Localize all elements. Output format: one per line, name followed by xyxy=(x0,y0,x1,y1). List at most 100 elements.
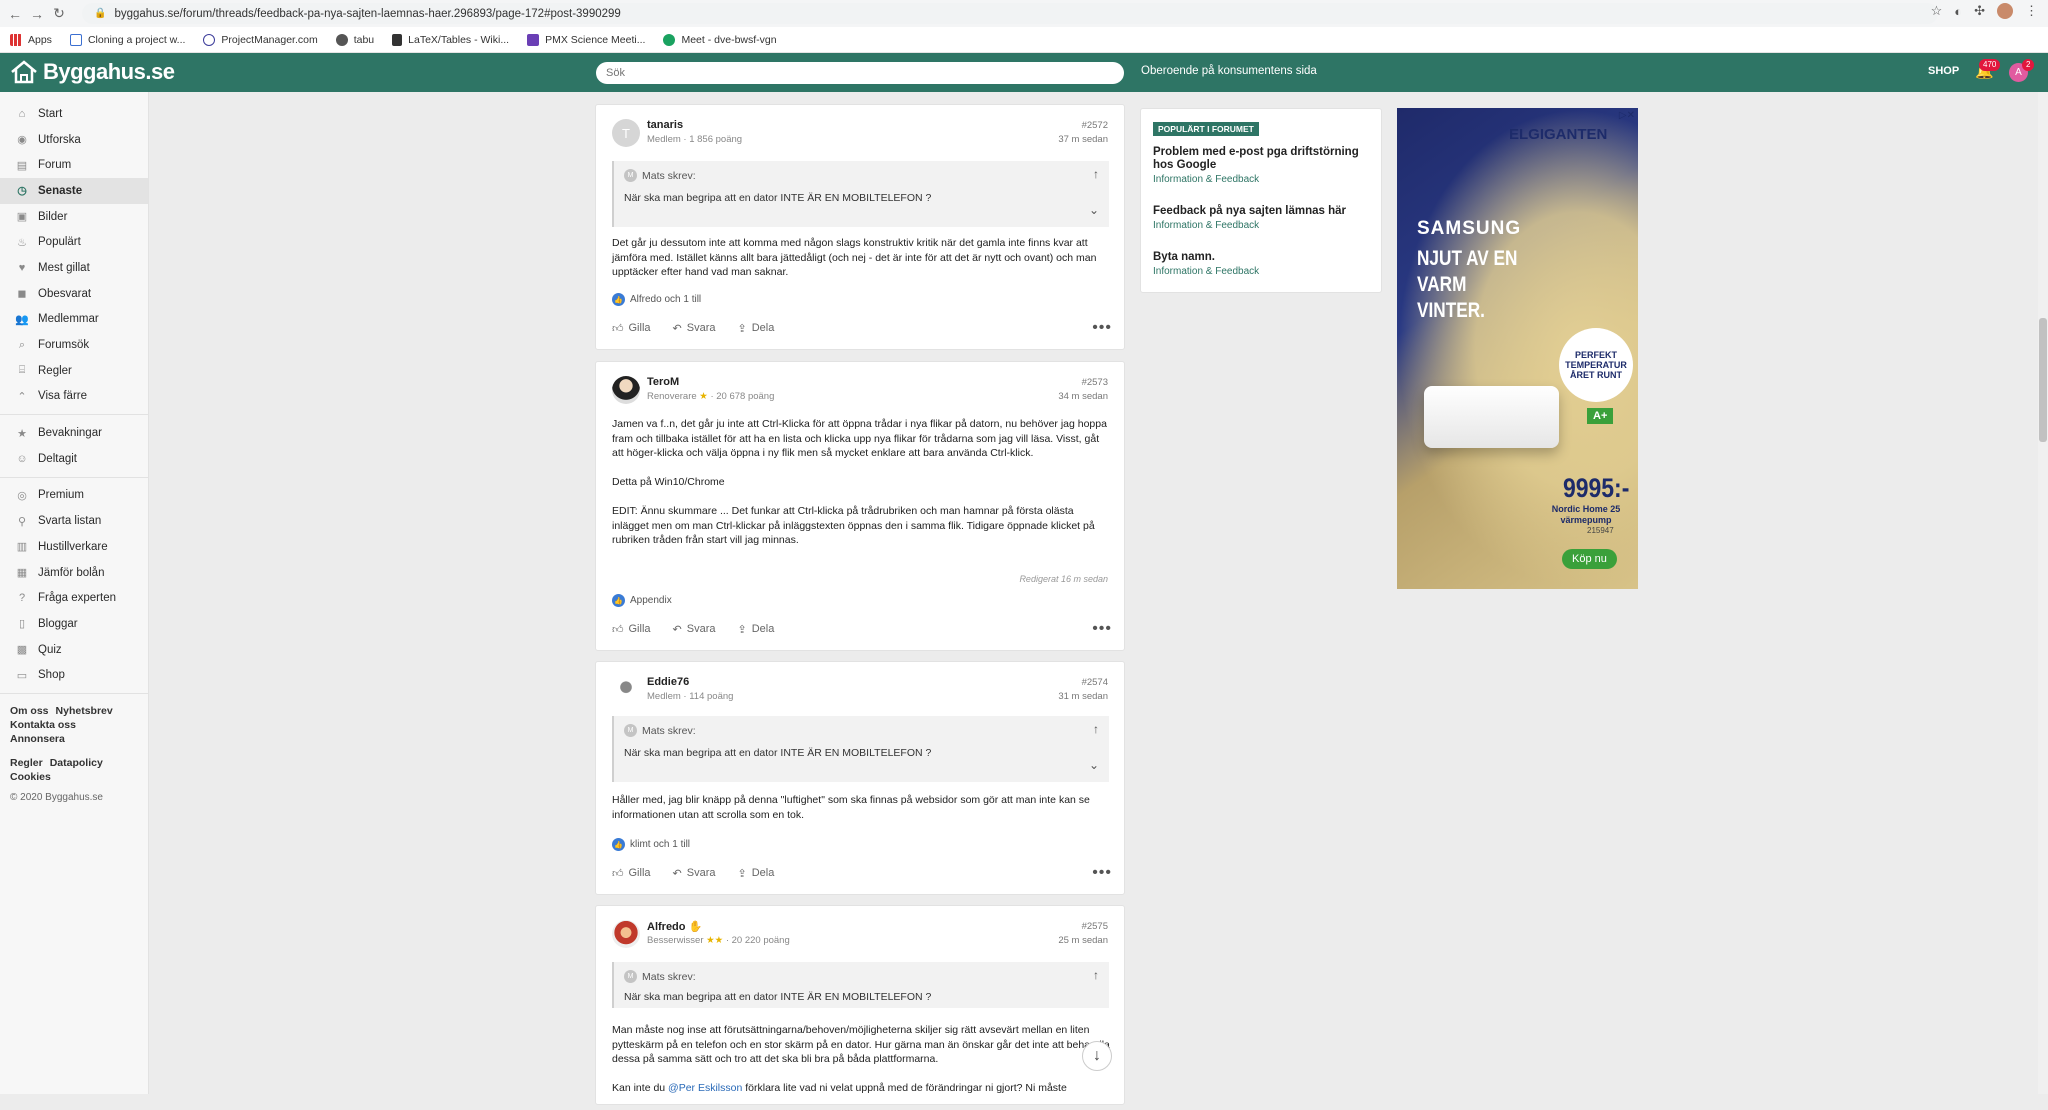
user-mention[interactable]: @Per Eskilsson xyxy=(668,1082,742,1094)
profile-avatar[interactable] xyxy=(1997,3,2013,19)
popular-item-title[interactable]: Feedback på nya sajten lämnas här xyxy=(1153,205,1373,218)
footer-link-nyhetsbrev[interactable]: Nyhetsbrev xyxy=(56,705,113,717)
avatar[interactable] xyxy=(612,376,640,404)
sidebar-item-quiz[interactable]: ▩ Quiz xyxy=(0,637,148,663)
quote-block[interactable]: M Mats skrev: När ska man begripa att en … xyxy=(612,962,1109,1008)
like-button[interactable]: 👍︎ Gilla xyxy=(612,867,651,880)
footer-link-regler[interactable]: Regler xyxy=(10,757,43,769)
bookmark-cloning[interactable]: Cloning a project w... xyxy=(69,33,185,46)
sidebar-item-visa-farre[interactable]: ⌃ Visa färre xyxy=(0,384,148,410)
avatar[interactable]: T xyxy=(612,119,640,147)
popular-item-title[interactable]: Byta namn. xyxy=(1153,251,1373,264)
site-logo[interactable]: Byggahus.se xyxy=(10,59,175,85)
quote-block[interactable]: M Mats skrev: När ska man begripa att en … xyxy=(612,716,1109,782)
popular-item-title[interactable]: Problem med e-post pga driftstörning hos… xyxy=(1153,146,1373,172)
reload-icon[interactable]: ↻ xyxy=(48,4,70,24)
back-arrow-icon[interactable]: ← xyxy=(4,4,26,24)
post-time[interactable]: 31 m sedan xyxy=(1058,691,1108,702)
star-icon[interactable]: ☆ xyxy=(1931,3,1943,19)
forward-arrow-icon[interactable]: → xyxy=(26,4,48,24)
avatar[interactable] xyxy=(612,920,640,948)
share-button[interactable]: ⇪ Dela xyxy=(737,867,774,880)
sidebar-item-obesvarat[interactable]: ◼ Obesvarat xyxy=(0,281,148,307)
post-number[interactable]: #2574 xyxy=(1082,677,1108,688)
sidebar-item-utforska[interactable]: ◉ Utforska xyxy=(0,127,148,153)
post-time[interactable]: 34 m sedan xyxy=(1058,391,1108,402)
footer-link-cookies[interactable]: Cookies xyxy=(10,771,51,783)
footer-link-datapolicy[interactable]: Datapolicy xyxy=(50,757,103,769)
arrow-up-icon[interactable]: ↑ xyxy=(1093,722,1099,736)
author-name[interactable]: TeroM xyxy=(647,376,679,388)
sidebar-item-deltagit[interactable]: ☺ Deltagit xyxy=(0,446,148,472)
ad-buy-button[interactable]: Köp nu xyxy=(1562,549,1617,569)
sidebar-item-shop[interactable]: ▭ Shop xyxy=(0,662,148,688)
sidebar-item-senaste[interactable]: ◷ Senaste xyxy=(0,178,148,204)
menu-dots-icon[interactable]: ⋮ xyxy=(2025,3,2038,19)
address-bar[interactable]: 🔒 byggahus.se/forum/threads/feedback-pa-… xyxy=(82,3,1938,24)
more-dots-icon[interactable]: ••• xyxy=(1092,319,1112,337)
sidebar-item-bevakningar[interactable]: ★ Bevakningar xyxy=(0,420,148,446)
reply-button[interactable]: ↶ Svara xyxy=(673,322,716,335)
advertisement[interactable]: ▷✕ ELGIGANTEN SAMSUNG NJUT AV EN VARM VI… xyxy=(1397,108,1638,589)
popular-item-category[interactable]: Information & Feedback xyxy=(1153,174,1373,185)
puzzle-icon[interactable]: ✣ xyxy=(1974,3,1985,19)
reactions[interactable]: 👍 klimt och 1 till xyxy=(612,838,690,851)
like-button[interactable]: 👍︎ Gilla xyxy=(612,623,651,636)
arrow-up-icon[interactable]: ↑ xyxy=(1093,968,1099,982)
sidebar-item-jamfor-bolan[interactable]: ▦ Jämför bolån xyxy=(0,560,148,586)
quote-block[interactable]: M Mats skrev: När ska man begripa att en … xyxy=(612,161,1109,227)
footer-link-annonsera[interactable]: Annonsera xyxy=(10,733,65,745)
popular-item[interactable]: Problem med e-post pga driftstörning hos… xyxy=(1153,146,1373,185)
search-input[interactable] xyxy=(596,62,1124,84)
ad-close-icon[interactable]: ▷✕ xyxy=(1619,110,1635,121)
more-dots-icon[interactable]: ••• xyxy=(1092,864,1112,882)
author-name[interactable]: Alfredo ✋ xyxy=(647,920,702,933)
scrollbar-thumb[interactable] xyxy=(2039,318,2047,442)
avatar[interactable] xyxy=(612,676,640,704)
post-number[interactable]: #2573 xyxy=(1082,377,1108,388)
author-name[interactable]: tanaris xyxy=(647,119,683,131)
share-button[interactable]: ⇪ Dela xyxy=(737,623,774,636)
footer-link-kontakta[interactable]: Kontakta oss xyxy=(10,719,76,731)
popular-item[interactable]: Byta namn. Information & Feedback xyxy=(1153,251,1373,277)
popular-item-category[interactable]: Information & Feedback xyxy=(1153,266,1373,277)
shop-link[interactable]: SHOP xyxy=(1928,65,1959,77)
scroll-down-button[interactable]: ↓ xyxy=(1082,1041,1112,1071)
footer-link-om-oss[interactable]: Om oss xyxy=(10,705,49,717)
chevron-down-icon[interactable]: ⌄ xyxy=(1089,758,1099,772)
bookmark-tabu[interactable]: tabu xyxy=(335,33,374,46)
sidebar-item-fraga-experten[interactable]: ? Fråga experten xyxy=(0,585,148,611)
sidebar-item-forumsok[interactable]: ⌕ Forumsök xyxy=(0,332,148,358)
scrollbar-track[interactable] xyxy=(2038,92,2048,1094)
reply-button[interactable]: ↶ Svara xyxy=(673,623,716,636)
bookmark-pmx[interactable]: PMX Science Meeti... xyxy=(527,33,645,46)
sidebar-item-start[interactable]: ⌂ Start xyxy=(0,101,148,127)
sidebar-item-mest-gillat[interactable]: ♥ Mest gillat xyxy=(0,255,148,281)
reactions[interactable]: 👍 Appendix xyxy=(612,594,672,607)
bookmark-latex[interactable]: LaTeX/Tables - Wiki... xyxy=(392,33,509,46)
extension-circle-icon[interactable]: ◐ xyxy=(1954,4,1962,19)
bookmark-apps[interactable]: Apps xyxy=(10,33,52,46)
sidebar-item-populart[interactable]: ♨ Populärt xyxy=(0,229,148,255)
post-number[interactable]: #2572 xyxy=(1082,120,1108,131)
sidebar-item-premium[interactable]: ◎ Premium xyxy=(0,483,148,509)
reactions[interactable]: 👍 Alfredo och 1 till xyxy=(612,293,701,306)
popular-item-category[interactable]: Information & Feedback xyxy=(1153,220,1373,231)
post-number[interactable]: #2575 xyxy=(1082,921,1108,932)
more-dots-icon[interactable]: ••• xyxy=(1092,620,1112,638)
arrow-up-icon[interactable]: ↑ xyxy=(1093,167,1099,181)
sidebar-item-bilder[interactable]: ▣ Bilder xyxy=(0,204,148,230)
sidebar-item-regler[interactable]: ⌸ Regler xyxy=(0,358,148,384)
popular-item[interactable]: Feedback på nya sajten lämnas här Inform… xyxy=(1153,205,1373,231)
sidebar-item-hustillverkare[interactable]: ▥ Hustillverkare xyxy=(0,534,148,560)
sidebar-item-svarta-listan[interactable]: ⚲ Svarta listan xyxy=(0,508,148,534)
post-time[interactable]: 37 m sedan xyxy=(1058,134,1108,145)
author-name[interactable]: Eddie76 xyxy=(647,676,689,688)
bookmark-meet[interactable]: Meet - dve-bwsf-vgn xyxy=(663,33,777,46)
share-button[interactable]: ⇪ Dela xyxy=(737,322,774,335)
reply-button[interactable]: ↶ Svara xyxy=(673,867,716,880)
sidebar-item-forum[interactable]: ▤ Forum xyxy=(0,152,148,178)
sidebar-item-bloggar[interactable]: ▯ Bloggar xyxy=(0,611,148,637)
bookmark-projectmanager[interactable]: ProjectManager.com xyxy=(203,33,318,46)
chevron-down-icon[interactable]: ⌄ xyxy=(1089,203,1099,217)
